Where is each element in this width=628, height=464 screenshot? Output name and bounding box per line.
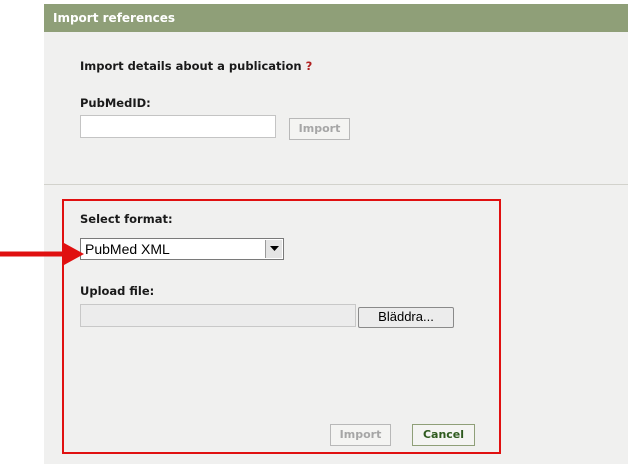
pubmed-heading: Import details about a publication? <box>80 59 312 73</box>
pubmed-heading-text: Import details about a publication <box>80 59 302 73</box>
pubmed-import-button[interactable]: Import <box>289 118 350 140</box>
page: Import references Import details about a… <box>0 0 628 464</box>
pubmed-id-input[interactable] <box>80 115 276 138</box>
pubmed-id-label: PubMedID: <box>80 96 151 110</box>
pubmed-section: Import details about a publication? PubM… <box>44 32 628 184</box>
section-divider <box>44 184 628 185</box>
help-icon[interactable]: ? <box>306 59 313 73</box>
dialog-title: Import references <box>44 4 628 32</box>
annotation-arrow-icon <box>0 243 84 265</box>
annotation-highlight-box <box>62 199 501 454</box>
